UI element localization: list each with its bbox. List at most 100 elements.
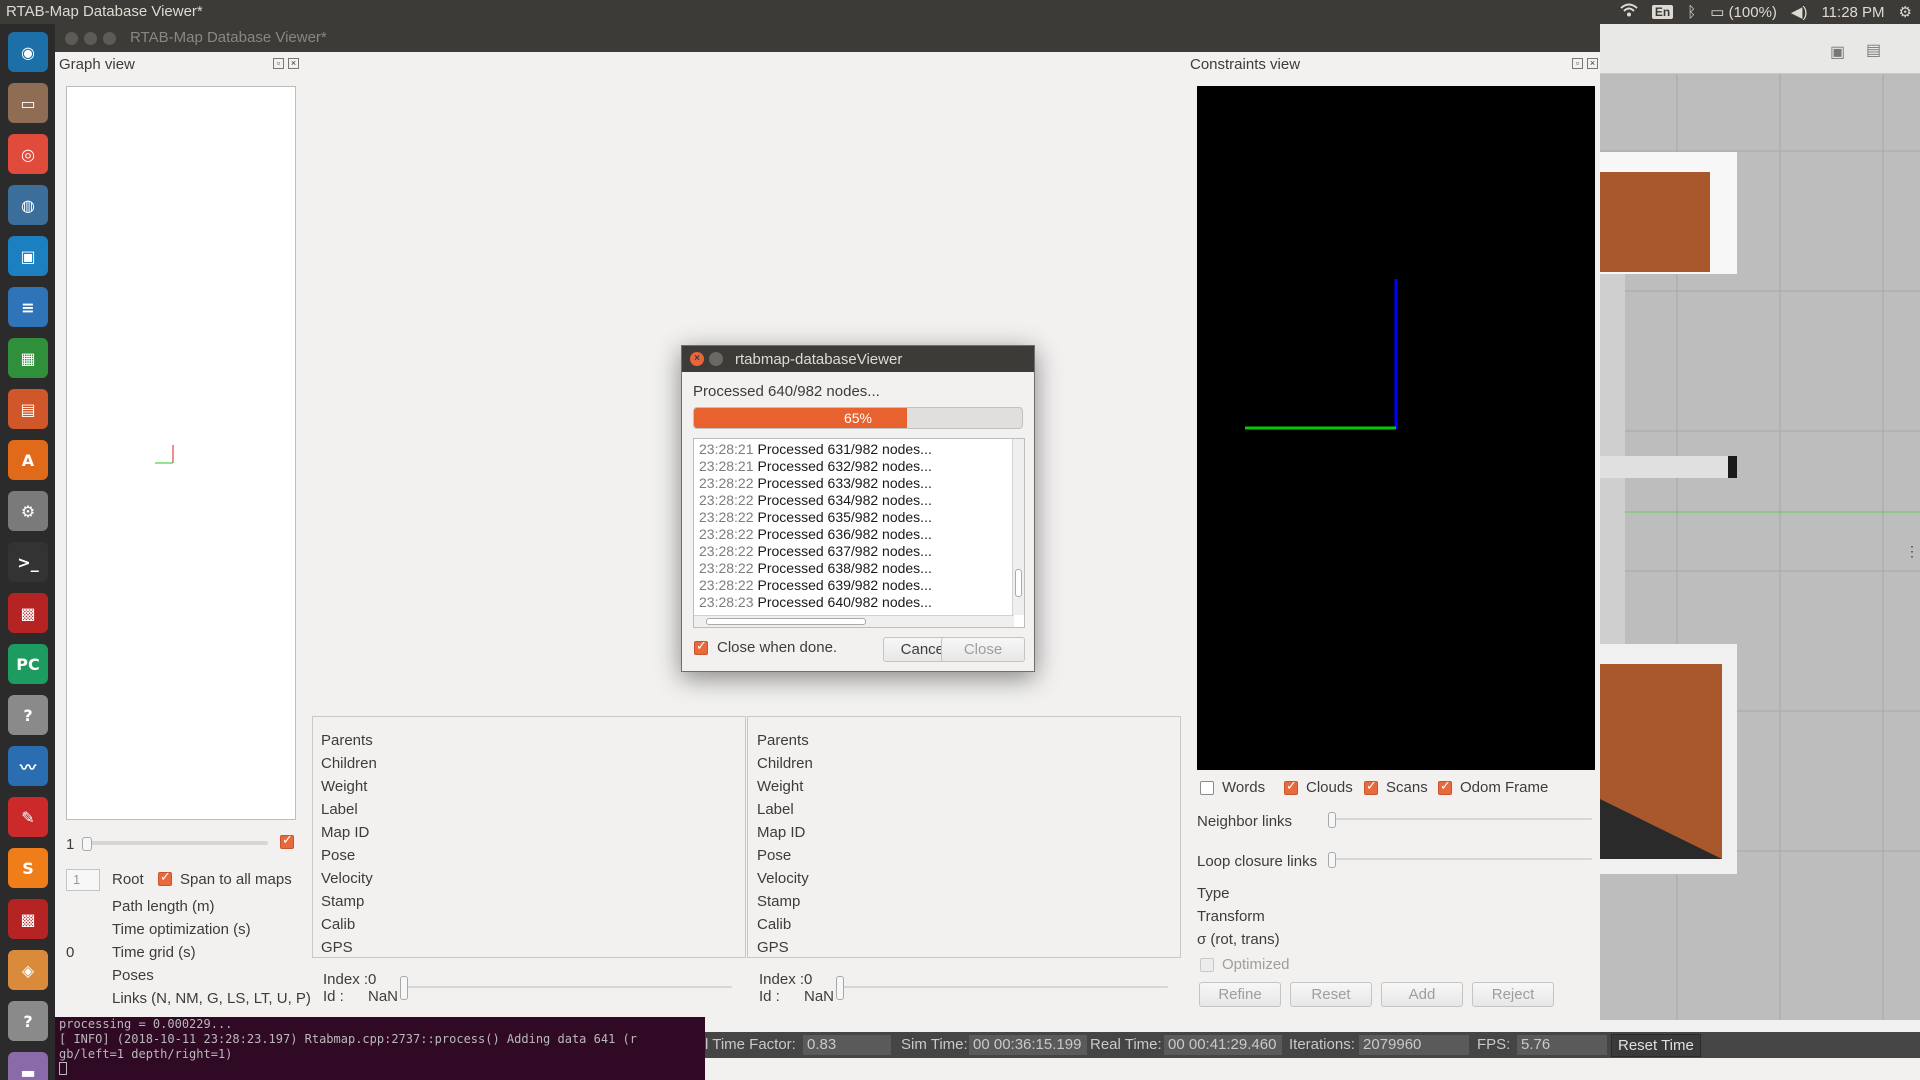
terminal-window[interactable]: processing = 0.000229... [ INFO] (2018-1… [55,1017,705,1080]
graph-view-float-button[interactable]: ▫ [273,58,284,69]
dialog-close-button[interactable]: Close [941,637,1025,662]
dialog-minimize-icon[interactable] [709,352,723,366]
log-line: 23:28:22 Processed 634/982 nodes... [699,492,932,508]
close-when-done-checkbox[interactable] [694,639,708,655]
graph-slider[interactable] [84,841,268,845]
monitor-icon[interactable]: 〰 [8,746,48,786]
log-message: Processed 633/982 nodes... [757,475,932,491]
constraints-view-float-button[interactable]: ▫ [1572,58,1583,69]
graph-canvas[interactable] [66,86,296,820]
camera-icon[interactable]: ▣ [1830,42,1845,62]
system-top-bar: RTAB-Map Database Viewer* En ᛒ ▭ (100%) … [0,0,1920,24]
impress-icon[interactable]: ▤ [8,389,48,429]
log-horizontal-scroll-thumb[interactable] [706,618,866,625]
neighbor-links-slider[interactable] [1330,818,1592,820]
loop-closure-links-slider[interactable] [1330,858,1592,860]
right-index-slider-handle[interactable] [836,976,844,1000]
odom-frame-checkbox[interactable] [1438,779,1452,795]
transform-label: Transform [1197,908,1265,925]
wifi-icon[interactable] [1620,3,1638,21]
reject-button[interactable]: Reject [1472,982,1554,1007]
reset-time-button[interactable]: Reset Time [1611,1034,1701,1057]
system-settings-icon[interactable]: ⚙ [1899,3,1912,21]
pycharm-icon[interactable]: PC [8,644,48,684]
software-center-icon[interactable]: A [8,440,48,480]
log-line: 23:28:22 Processed 637/982 nodes... [699,543,932,559]
gazebo-panel-handle-icon[interactable]: ⋮ [1905,543,1919,560]
calc-icon[interactable]: ▦ [8,338,48,378]
neighbor-links-label: Neighbor links [1197,813,1293,830]
log-vertical-scroll-thumb[interactable] [1015,569,1022,597]
log-timestamp: 23:28:21 [699,458,754,474]
node-info-pose-label: Pose [321,847,356,864]
left-index-slider-handle[interactable] [400,976,408,1000]
gazebo-3d-view[interactable] [1600,24,1920,1020]
iterations-value: 2079960 [1359,1035,1469,1055]
clouds-checkbox[interactable] [1284,779,1298,795]
log-timestamp: 23:28:22 [699,577,754,593]
screenshot-settings-icon[interactable]: ▤ [1866,40,1881,60]
ubuntu-dash-icon[interactable]: ◉ [8,32,48,72]
gazebo-icon[interactable]: ◈ [8,950,48,990]
settings-icon[interactable]: ⚙ [8,491,48,531]
keyboard-language-indicator[interactable]: En [1651,5,1674,19]
span-to-all-maps-checkbox[interactable] [158,870,172,886]
odom-frame-label: Odom Frame [1460,779,1549,796]
root-spinbox[interactable]: 1 [66,869,100,891]
text-editor-icon[interactable]: ✎ [8,797,48,837]
optimized-checkbox[interactable] [1200,958,1214,972]
rtabmap2-icon[interactable]: ▩ [8,899,48,939]
window-minimize-button[interactable] [84,32,97,45]
sim-time-value: 00 00:36:15.199 [969,1035,1087,1055]
gazebo-scene [1600,74,1920,1020]
neighbor-links-slider-handle[interactable] [1328,812,1336,828]
right-index-slider[interactable] [838,986,1168,988]
help2-icon[interactable]: ? [8,1001,48,1041]
progress-bar-text: 65% [843,410,873,426]
files-icon[interactable]: ▭ [8,83,48,123]
volume-icon[interactable]: ◀) [1791,3,1808,21]
rtabmap-icon[interactable]: ▩ [8,593,48,633]
sigma-label: σ (rot, trans) [1197,931,1280,948]
loop-closure-links-slider-handle[interactable] [1328,852,1336,868]
battery-indicator[interactable]: ▭ (100%) [1710,3,1777,21]
network-icon[interactable]: ◍ [8,185,48,225]
reset-button[interactable]: Reset [1290,982,1372,1007]
node-info-left [312,716,746,958]
disk-icon[interactable]: ▬ [8,1052,48,1080]
add-button[interactable]: Add [1381,982,1463,1007]
graph-view-close-button[interactable]: × [288,58,299,69]
log-timestamp: 23:28:22 [699,543,754,559]
refine-button[interactable]: Refine [1199,982,1281,1007]
constraints-3d-canvas[interactable] [1197,86,1595,770]
window-maximize-button[interactable] [103,32,116,45]
graph-slider-checkbox[interactable] [280,833,294,849]
log-message: Processed 631/982 nodes... [757,441,932,457]
node-info-calib-label: Calib [757,916,792,933]
log-timestamp: 23:28:23 [699,594,754,610]
writer-icon[interactable]: ≡ [8,287,48,327]
chrome-icon[interactable]: ◎ [8,134,48,174]
real-time-label: Real Time: [1090,1036,1162,1053]
sublime-icon[interactable]: S [8,848,48,888]
bluetooth-icon[interactable]: ᛒ [1687,4,1696,21]
log-list[interactable]: 23:28:21 Processed 631/982 nodes... 23:28:… [693,438,1025,628]
window-close-button[interactable] [65,32,78,45]
clock[interactable]: 11:28 PM [1821,4,1884,21]
log-horizontal-scrollbar[interactable] [694,615,1014,627]
scans-checkbox[interactable] [1364,779,1378,795]
graph-slider-handle[interactable] [82,837,92,851]
left-index-slider[interactable] [402,986,732,988]
terminal-icon[interactable]: >_ [8,542,48,582]
terminal-line: gb/left=1 depth/right=1) [59,1047,233,1061]
node-info-calib-label: Calib [321,916,356,933]
virtualbox-icon[interactable]: ▣ [8,236,48,276]
node-info-gps-label: GPS [321,939,353,956]
type-label: Type [1197,885,1230,902]
words-checkbox[interactable] [1200,781,1214,795]
help-icon[interactable]: ? [8,695,48,735]
log-vertical-scrollbar[interactable] [1012,439,1024,615]
terminal-line: processing = 0.000229... [59,1017,233,1031]
constraints-view-close-button[interactable]: × [1587,58,1598,69]
dialog-close-icon[interactable]: × [690,352,704,366]
